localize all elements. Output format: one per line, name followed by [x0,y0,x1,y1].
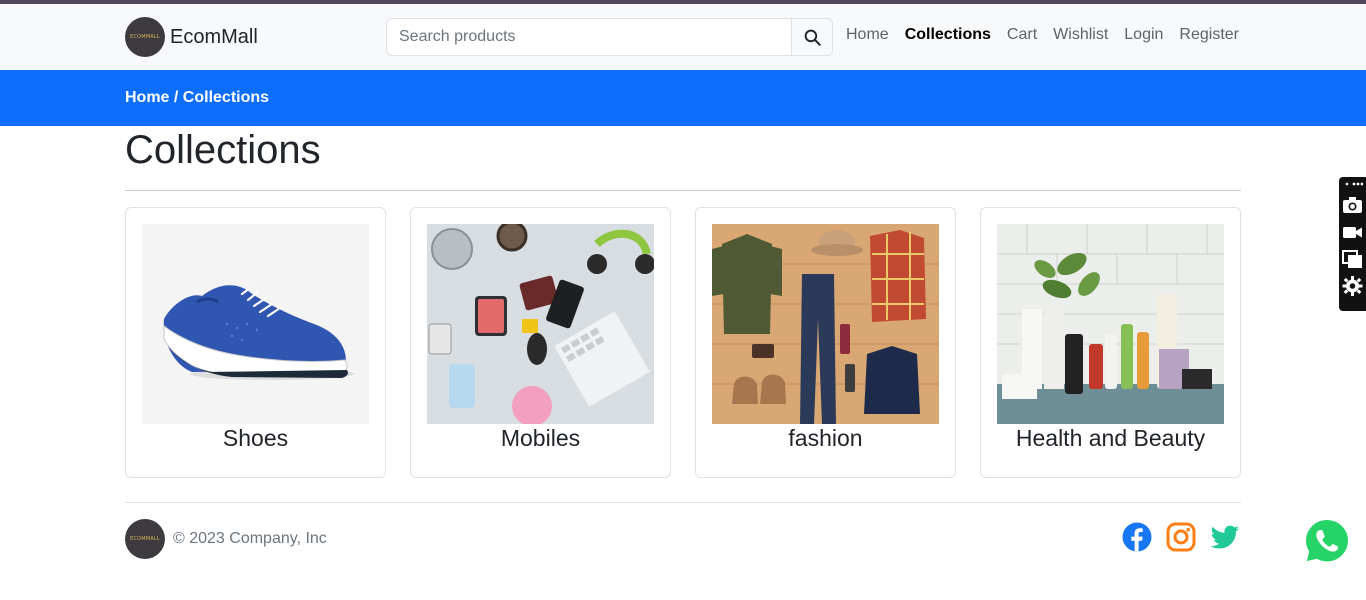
more-options-icon[interactable] [1342,179,1363,189]
collection-card-mobiles[interactable]: Mobiles [410,207,671,478]
search-form [386,18,833,56]
navbar: ECOMMALL EcomMall Home Collections Cart … [0,4,1366,70]
page-title: Collections [125,128,321,172]
nav-cart[interactable]: Cart [1007,26,1037,44]
nav-register[interactable]: Register [1179,26,1239,44]
gear-icon[interactable] [1342,276,1363,296]
video-icon[interactable] [1342,222,1363,242]
main-nav: Home Collections Cart Wishlist Login Reg… [846,26,1239,44]
window-icon[interactable] [1342,249,1363,269]
collection-title[interactable]: Health and Beauty [997,425,1224,452]
nav-wishlist[interactable]: Wishlist [1053,26,1108,44]
instagram-icon[interactable] [1166,522,1196,552]
collections-grid: Shoes Mobiles fashion Health and Beauty [125,207,1241,478]
twitter-icon[interactable] [1210,522,1240,552]
screen-tools-panel [1339,177,1366,311]
breadcrumb-separator: / [169,89,183,106]
divider [125,190,1241,191]
collection-title[interactable]: Shoes [142,425,369,452]
footer-logo[interactable]: ECOMMALL [125,519,165,559]
camera-icon[interactable] [1342,195,1363,215]
whatsapp-icon[interactable] [1303,517,1351,565]
breadcrumb-home[interactable]: Home [125,89,169,106]
copyright-text: © 2023 Company, Inc [173,530,327,547]
breadcrumb-bar: Home / Collections [0,70,1366,126]
collection-image-health-and-beauty[interactable] [997,224,1224,424]
collection-image-fashion[interactable] [712,224,939,424]
collection-title[interactable]: fashion [712,425,939,452]
brand-name[interactable]: EcomMall [170,26,258,49]
search-button[interactable] [791,19,832,55]
brand-logo: ECOMMALL [125,17,165,57]
breadcrumb: Home / Collections [125,89,269,107]
search-icon [804,29,821,46]
facebook-icon[interactable] [1122,522,1152,552]
collection-image-mobiles[interactable] [427,224,654,424]
breadcrumb-current: Collections [182,89,270,106]
nav-home[interactable]: Home [846,26,889,44]
collection-title[interactable]: Mobiles [427,425,654,452]
nav-login[interactable]: Login [1124,26,1163,44]
collection-card-health-and-beauty[interactable]: Health and Beauty [980,207,1241,478]
search-input[interactable] [387,19,791,55]
brand[interactable]: ECOMMALL EcomMall [125,17,258,57]
collection-card-fashion[interactable]: fashion [695,207,956,478]
collection-card-shoes[interactable]: Shoes [125,207,386,478]
social-links [1122,522,1240,552]
footer-brand: ECOMMALL © 2023 Company, Inc [125,519,327,559]
collection-image-shoes[interactable] [142,224,369,424]
footer-divider [125,502,1241,503]
nav-collections[interactable]: Collections [905,26,991,44]
